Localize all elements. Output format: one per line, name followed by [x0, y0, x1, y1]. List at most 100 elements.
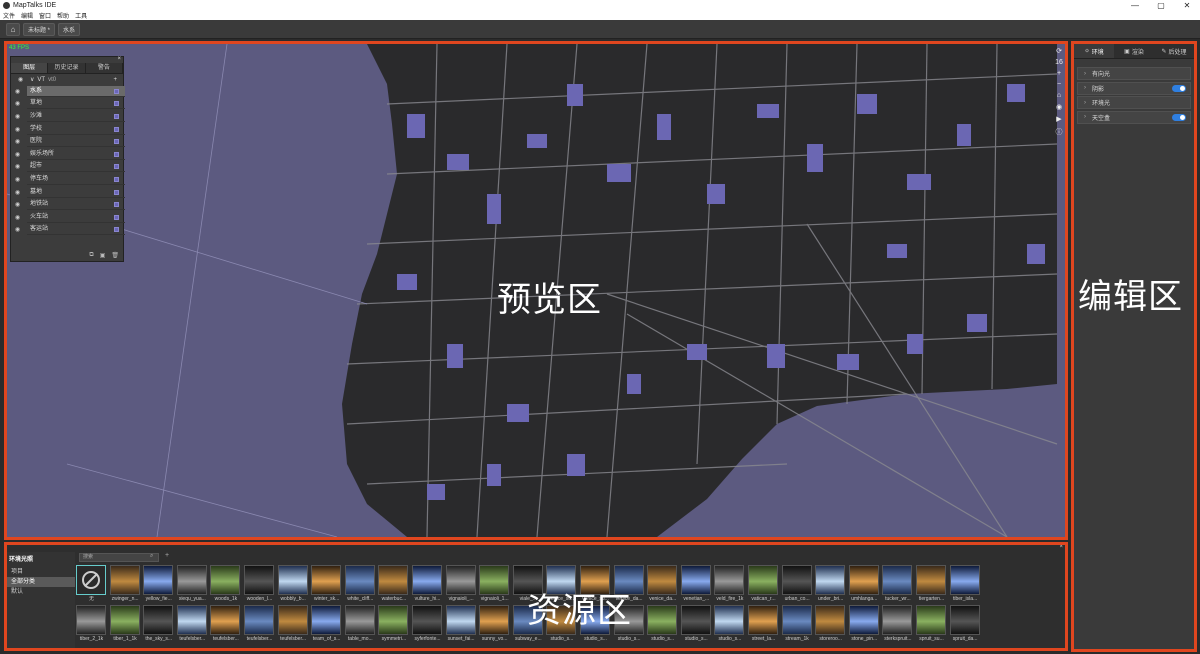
add-asset-icon[interactable]: +	[165, 552, 169, 559]
tab-layers[interactable]: 图层	[11, 63, 49, 73]
asset-thumbnail[interactable]	[714, 565, 745, 595]
tab-environment[interactable]: ☼ 环境	[1074, 44, 1114, 58]
layer-color-swatch[interactable]	[114, 151, 119, 157]
asset-item[interactable]: syferfonte...	[412, 605, 443, 643]
menu-file[interactable]: 文件	[3, 11, 15, 20]
eye-icon[interactable]: ◉	[11, 176, 24, 183]
asset-thumbnail[interactable]	[210, 565, 241, 595]
asset-thumbnail[interactable]	[815, 565, 846, 595]
chevron-right-icon[interactable]: ›	[1078, 114, 1092, 120]
asset-thumbnail[interactable]	[781, 565, 812, 595]
asset-thumbnail[interactable]	[815, 605, 846, 635]
asset-thumbnail[interactable]	[882, 605, 913, 635]
layer-color-swatch[interactable]	[114, 113, 119, 119]
asset-thumbnail[interactable]	[848, 565, 879, 595]
refresh-icon[interactable]: ⟳	[1056, 47, 1062, 55]
layer-item[interactable]: ◉ 地铁站	[11, 198, 125, 211]
layers-close-icon[interactable]: ×	[117, 56, 121, 62]
layer-item[interactable]: ◉ 停车场	[11, 173, 125, 186]
asset-item[interactable]: teufelsber...	[244, 605, 275, 643]
asset-item[interactable]: 无	[76, 565, 107, 603]
layer-item[interactable]: ◉ 火车站	[11, 211, 125, 224]
layer-color-swatch[interactable]	[114, 227, 119, 233]
asset-item[interactable]: white_cliff...	[344, 565, 376, 603]
editor-section[interactable]: › 有向光	[1077, 67, 1191, 80]
asset-item[interactable]: symmetri...	[378, 605, 409, 643]
asset-item[interactable]: venetian_...	[680, 565, 712, 603]
trash-icon[interactable]: 🗑	[111, 252, 119, 259]
save-icon[interactable]: ▣	[100, 252, 106, 259]
asset-thumbnail[interactable]	[277, 605, 308, 635]
toggle-switch[interactable]	[1172, 113, 1186, 121]
asset-thumbnail[interactable]	[109, 605, 140, 635]
asset-thumbnail[interactable]	[109, 565, 140, 595]
asset-thumbnail[interactable]	[916, 605, 946, 635]
layer-item[interactable]: ◉ 医院	[11, 135, 125, 148]
asset-item[interactable]: the_sky_s...	[143, 605, 174, 643]
assets-close-icon[interactable]: ×	[1059, 545, 1063, 550]
asset-thumbnail[interactable]	[378, 565, 409, 595]
asset-item[interactable]: sterkspruit...	[882, 605, 913, 643]
eye-icon[interactable]: ◉	[11, 138, 24, 145]
asset-thumbnail[interactable]	[143, 565, 174, 595]
copy-icon[interactable]: ⧉	[89, 252, 93, 259]
asset-thumbnail[interactable]	[647, 565, 678, 595]
asset-thumbnail[interactable]	[680, 565, 711, 595]
eye-icon[interactable]: ◉	[11, 100, 24, 107]
layer-color-swatch[interactable]	[114, 164, 119, 170]
asset-item[interactable]: tiber_1_1k	[109, 605, 141, 643]
layer-item[interactable]: ◉ 超市	[11, 161, 125, 174]
scene-dropdown[interactable]: 未标题 *	[23, 22, 56, 36]
layer-item[interactable]: ◉ 娱乐场所	[11, 148, 125, 161]
asset-item[interactable]: studio_s...	[714, 605, 745, 643]
eye-icon[interactable]: ◉	[11, 163, 24, 170]
preview-area[interactable]: 43 FPS 预览区 ⟳ 16 + − ⌂ ◉ ▶ ⓘ × 图层 历史记录 警告…	[4, 41, 1068, 540]
asset-thumbnail[interactable]	[244, 605, 274, 635]
asset-item[interactable]: vignaioli_1...	[479, 565, 510, 603]
asset-thumbnail[interactable]	[378, 605, 409, 635]
asset-item[interactable]: urban_co...	[781, 565, 813, 603]
layer-color-swatch[interactable]	[114, 189, 119, 195]
asset-thumbnail[interactable]	[311, 605, 342, 635]
asset-item[interactable]: teufelsber...	[210, 605, 241, 643]
asset-item[interactable]: stream_1k	[781, 605, 813, 643]
menu-help[interactable]: 帮助	[57, 11, 69, 20]
menu-window[interactable]: 窗口	[39, 11, 51, 20]
asset-thumbnail[interactable]	[143, 605, 174, 635]
asset-item[interactable]: vatican_r...	[748, 565, 779, 603]
menu-edit[interactable]: 编辑	[21, 11, 33, 20]
eye-icon[interactable]: ◉	[11, 151, 24, 158]
asset-thumbnail[interactable]	[848, 605, 879, 635]
asset-thumbnail[interactable]	[176, 565, 207, 595]
layer-item[interactable]: ◉ 沙滩	[11, 110, 125, 123]
asset-item[interactable]: table_mo...	[344, 605, 376, 643]
eye-icon[interactable]: ◉	[11, 88, 24, 95]
asset-thumbnail[interactable]	[445, 565, 476, 595]
asset-item[interactable]: studio_s...	[647, 605, 678, 643]
asset-thumbnail[interactable]	[412, 605, 442, 635]
close-button[interactable]: ✕	[1174, 0, 1200, 11]
asset-thumbnail[interactable]	[76, 565, 106, 595]
layer-item[interactable]: ◉ 水系	[11, 85, 125, 98]
info-icon[interactable]: ⓘ	[1056, 127, 1063, 137]
asset-item[interactable]: vignaioli_...	[445, 565, 477, 603]
asset-item[interactable]: woods_1k	[210, 565, 241, 603]
editor-section[interactable]: › 天空盒	[1077, 110, 1191, 124]
asset-thumbnail[interactable]	[311, 565, 342, 595]
editor-section[interactable]: › 环境光	[1077, 96, 1191, 109]
asset-thumbnail[interactable]	[680, 605, 711, 635]
asset-item[interactable]: stone_pin...	[848, 605, 880, 643]
asset-item[interactable]: under_bri...	[815, 565, 846, 603]
asset-item[interactable]: sunset_fai...	[445, 605, 477, 643]
asset-item[interactable]: street_la...	[748, 605, 779, 643]
asset-thumbnail[interactable]	[277, 565, 308, 595]
search-icon[interactable]: ⌕	[150, 553, 153, 560]
signal-icon[interactable]: ◉	[1056, 103, 1062, 111]
category-all[interactable]: 全部分类	[7, 577, 75, 587]
asset-thumbnail[interactable]	[445, 605, 476, 635]
asset-thumbnail[interactable]	[882, 565, 913, 595]
menu-tools[interactable]: 工具	[75, 11, 87, 20]
layer-group-vt[interactable]: ◉ ∨ VT vt0 +	[11, 74, 123, 85]
tab-warnings[interactable]: 警告	[85, 63, 123, 73]
layer-color-swatch[interactable]	[114, 88, 119, 94]
